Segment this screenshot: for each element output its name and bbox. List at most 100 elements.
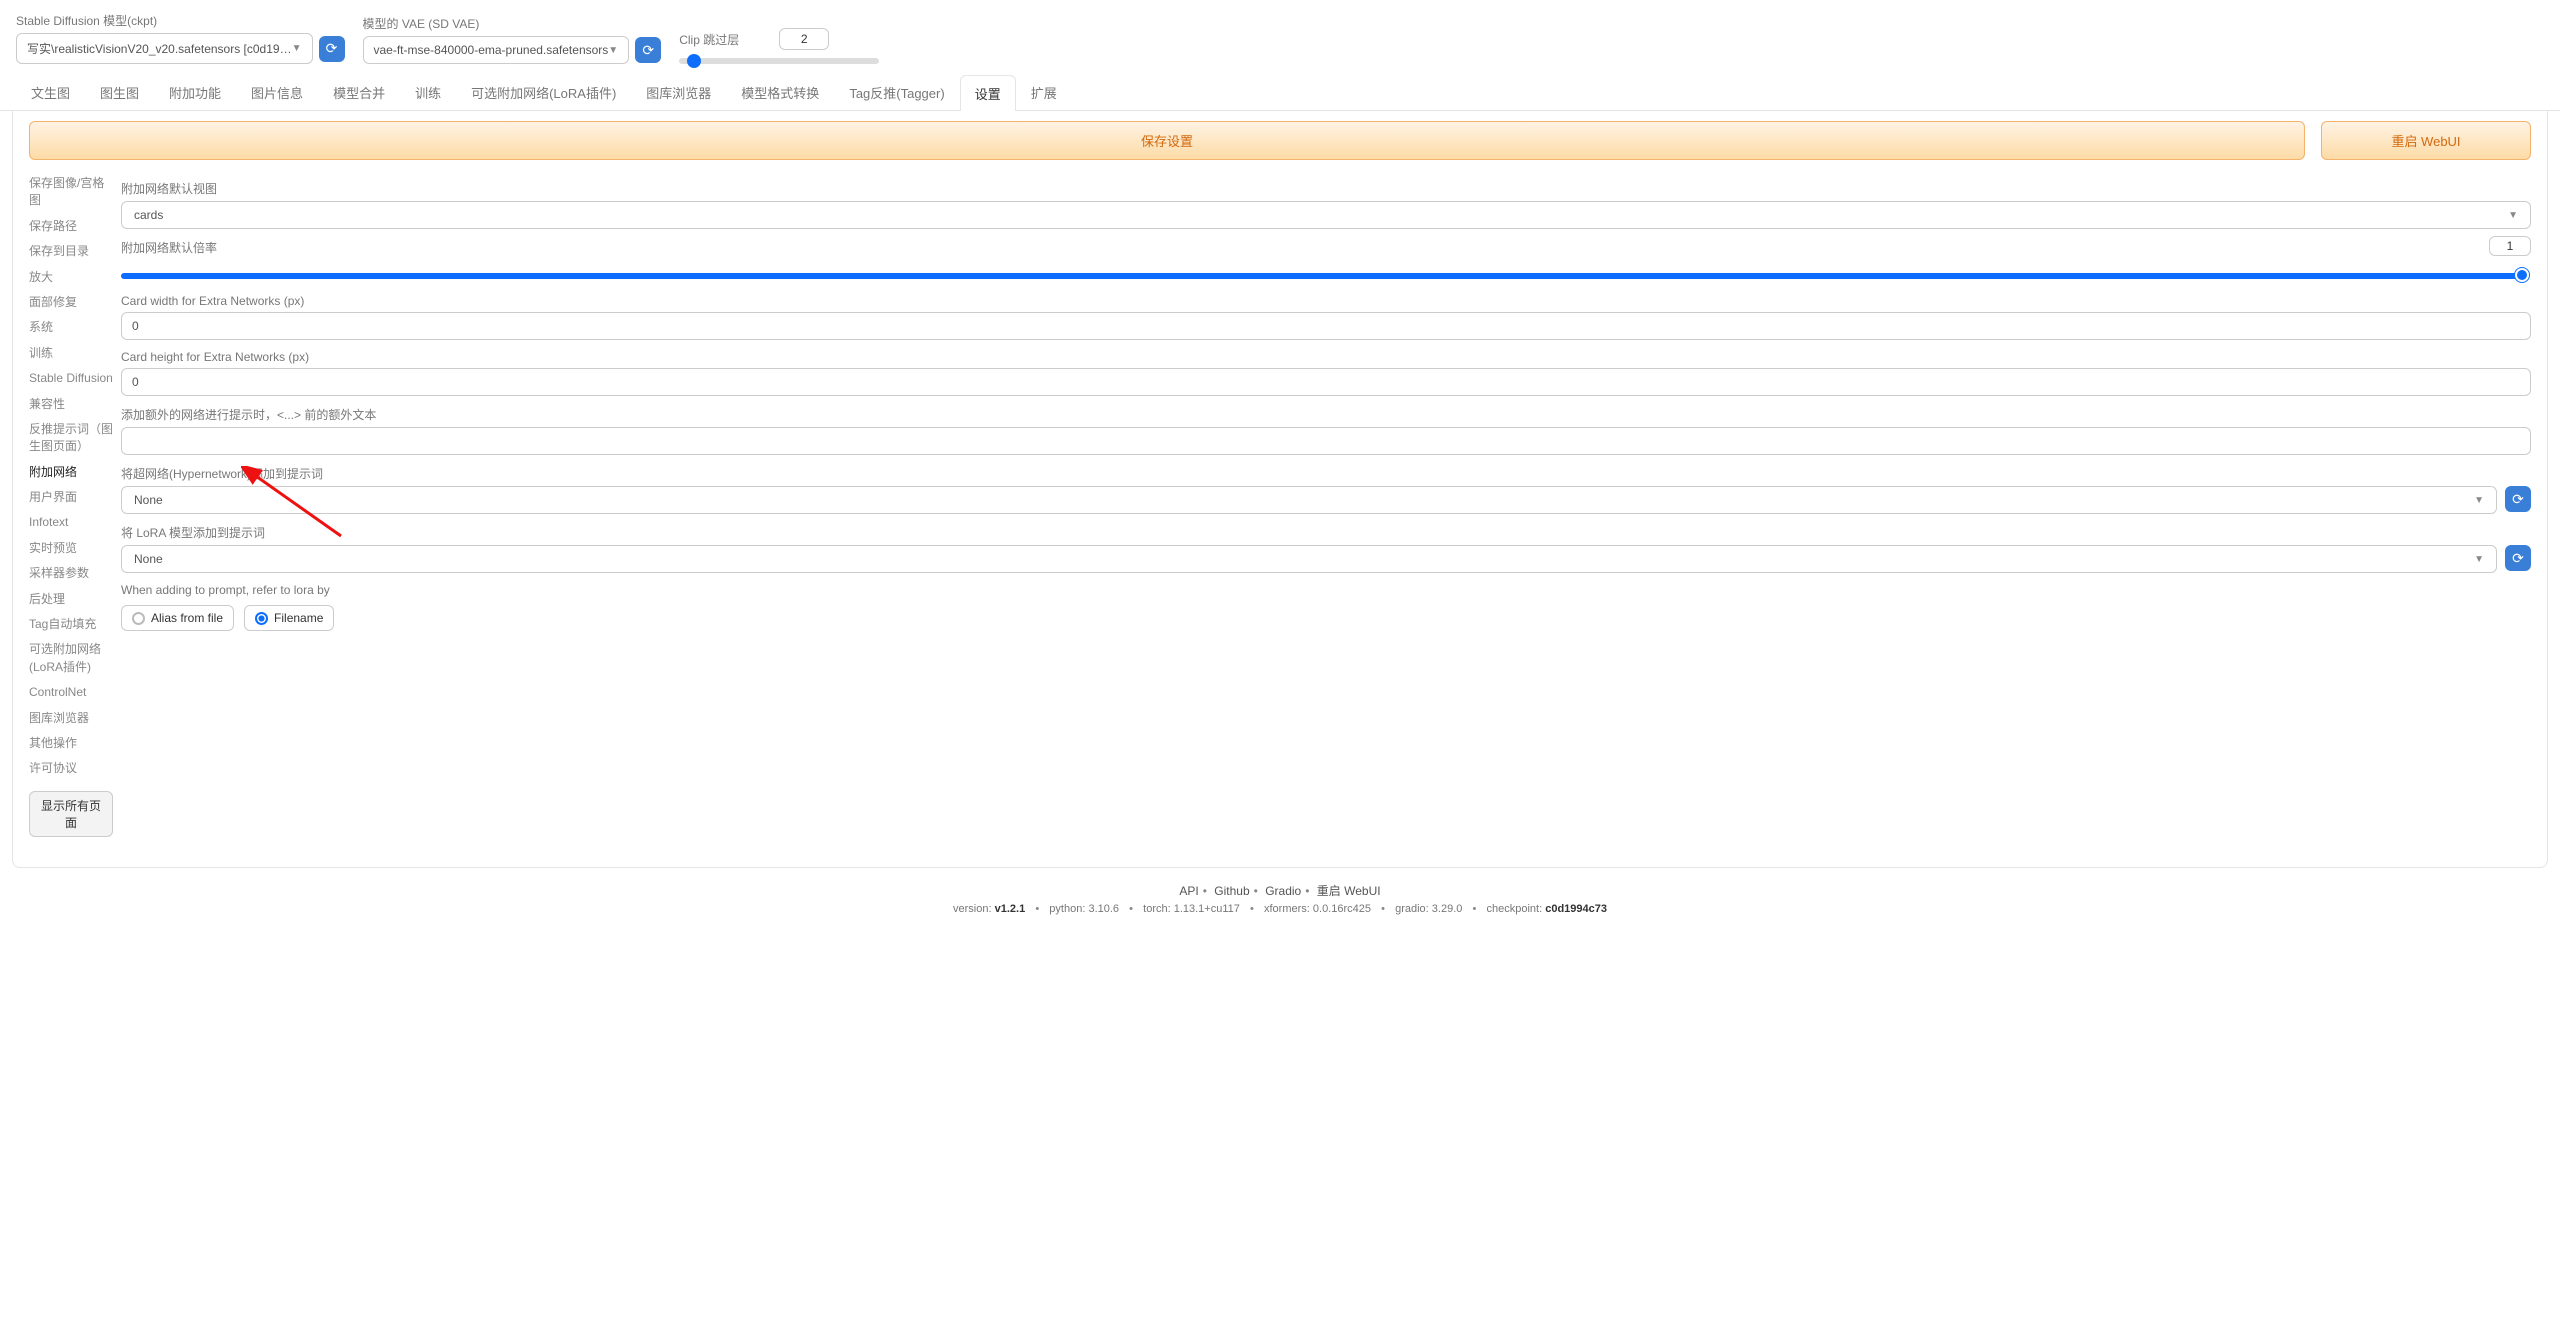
ckpt-select[interactable]: 写实\realisticVisionV20_v20.safetensors [c… (16, 33, 313, 64)
sidebar-item-interrogate[interactable]: 反推提示词（图生图页面） (29, 420, 113, 457)
multiplier-value-box[interactable]: 1 (2489, 236, 2531, 256)
refer-lora-label: When adding to prompt, refer to lora by (121, 583, 2531, 597)
refresh-icon: ⟳ (642, 42, 654, 59)
vae-refresh-button[interactable]: ⟳ (635, 37, 661, 63)
sidebar-item-gallery[interactable]: 图库浏览器 (29, 709, 113, 728)
clip-slider[interactable] (679, 58, 879, 64)
chevron-down-icon: ▼ (2474, 554, 2484, 565)
vae-select[interactable]: vae-ft-mse-840000-ema-pruned.safetensors… (363, 36, 630, 64)
chevron-down-icon: ▼ (2474, 495, 2484, 506)
radio-filename-label: Filename (274, 611, 323, 625)
default-view-value: cards (134, 208, 163, 222)
checkpoint-value: c0d1994c73 (1545, 903, 1607, 915)
lora-select[interactable]: None ▼ (121, 545, 2497, 573)
python-label: python: (1049, 903, 1085, 915)
footer-link-github[interactable]: Github (1214, 884, 1249, 898)
clip-value-box[interactable]: 2 (779, 28, 829, 50)
sidebar-item-compat[interactable]: 兼容性 (29, 395, 113, 414)
card-width-input[interactable] (121, 312, 2531, 340)
radio-filename[interactable]: Filename (244, 605, 334, 631)
vae-value: vae-ft-mse-840000-ema-pruned.safetensors (374, 43, 609, 57)
tab-tagger[interactable]: Tag反推(Tagger) (834, 74, 959, 110)
tab-merge[interactable]: 模型合并 (318, 74, 400, 110)
gradio-value: 3.29.0 (1432, 903, 1463, 915)
sidebar-item-save-to-dir[interactable]: 保存到目录 (29, 242, 113, 261)
tab-model-convert[interactable]: 模型格式转换 (726, 74, 834, 110)
sidebar-item-save-images[interactable]: 保存图像/宫格图 (29, 174, 113, 211)
chevron-down-icon: ▼ (608, 45, 618, 56)
lora-refresh-button[interactable]: ⟳ (2505, 545, 2531, 571)
torch-value: 1.13.1+cu117 (1174, 903, 1240, 915)
card-height-label: Card height for Extra Networks (px) (121, 350, 2531, 364)
sidebar-item-controlnet[interactable]: ControlNet (29, 683, 113, 702)
tab-image-browser[interactable]: 图库浏览器 (631, 74, 726, 110)
radio-alias-label: Alias from file (151, 611, 223, 625)
tab-train[interactable]: 训练 (400, 74, 456, 110)
restart-webui-button[interactable]: 重启 WebUI (2321, 121, 2531, 160)
sidebar-item-live-preview[interactable]: 实时预览 (29, 539, 113, 558)
xformers-label: xformers: (1264, 903, 1310, 915)
lora-value: None (134, 552, 163, 566)
refresh-icon: ⟳ (2512, 550, 2524, 567)
hypernet-label: 将超网络(Hypernetwork)添加到提示词 (121, 465, 2531, 482)
xformers-value: 0.0.16rc425 (1313, 903, 1371, 915)
tab-extensions[interactable]: 扩展 (1016, 74, 1072, 110)
multiplier-label: 附加网络默认倍率 (121, 239, 217, 256)
sidebar-item-infotext[interactable]: Infotext (29, 513, 113, 532)
clip-label: Clip 跳过层 (679, 31, 739, 48)
sidebar-item-ui[interactable]: 用户界面 (29, 488, 113, 507)
vae-label: 模型的 VAE (SD VAE) (363, 15, 662, 32)
footer-link-gradio[interactable]: Gradio (1265, 884, 1301, 898)
sidebar-item-postprocess[interactable]: 后处理 (29, 590, 113, 609)
chevron-down-icon: ▼ (2508, 210, 2518, 221)
lora-label: 将 LoRA 模型添加到提示词 (121, 524, 2531, 541)
version-label: version: (953, 903, 992, 915)
radio-alias-from-file[interactable]: Alias from file (121, 605, 234, 631)
settings-sidebar: 保存图像/宫格图 保存路径 保存到目录 放大 面部修复 系统 训练 Stable… (29, 174, 113, 837)
default-view-label: 附加网络默认视图 (121, 180, 2531, 197)
sidebar-item-optional-lora[interactable]: 可选附加网络(LoRA插件) (29, 640, 113, 677)
ckpt-label: Stable Diffusion 模型(ckpt) (16, 12, 345, 29)
checkpoint-label: checkpoint: (1486, 903, 1542, 915)
footer-link-restart[interactable]: 重启 WebUI (1317, 884, 1381, 898)
ckpt-value: 写实\realisticVisionV20_v20.safetensors [c… (27, 40, 292, 57)
extra-text-input[interactable] (121, 427, 2531, 455)
multiplier-slider[interactable] (121, 264, 2531, 284)
sidebar-item-upscale[interactable]: 放大 (29, 268, 113, 287)
sidebar-item-tag-autocomplete[interactable]: Tag自动填充 (29, 615, 113, 634)
tab-img2img[interactable]: 图生图 (85, 74, 154, 110)
tab-lora-plugin[interactable]: 可选附加网络(LoRA插件) (456, 74, 631, 110)
sidebar-item-license[interactable]: 许可协议 (29, 759, 113, 778)
radio-icon (132, 612, 145, 625)
card-width-label: Card width for Extra Networks (px) (121, 294, 2531, 308)
torch-label: torch: (1143, 903, 1171, 915)
sidebar-item-sd[interactable]: Stable Diffusion (29, 369, 113, 388)
hypernet-select[interactable]: None ▼ (121, 486, 2497, 514)
tab-extras[interactable]: 附加功能 (154, 74, 236, 110)
tab-pnginfo[interactable]: 图片信息 (236, 74, 318, 110)
main-tabs: 文生图 图生图 附加功能 图片信息 模型合并 训练 可选附加网络(LoRA插件)… (0, 68, 2560, 111)
sidebar-item-extra-networks[interactable]: 附加网络 (29, 463, 113, 482)
sidebar-item-other[interactable]: 其他操作 (29, 734, 113, 753)
card-height-input[interactable] (121, 368, 2531, 396)
show-all-pages-button[interactable]: 显示所有页面 (29, 791, 113, 837)
chevron-down-icon: ▼ (292, 43, 302, 54)
sidebar-item-sampler[interactable]: 采样器参数 (29, 564, 113, 583)
sidebar-item-face-restore[interactable]: 面部修复 (29, 293, 113, 312)
sidebar-item-training[interactable]: 训练 (29, 344, 113, 363)
python-value: 3.10.6 (1088, 903, 1119, 915)
ckpt-refresh-button[interactable]: ⟳ (319, 36, 345, 62)
hypernet-value: None (134, 493, 163, 507)
tab-settings[interactable]: 设置 (960, 75, 1016, 111)
hypernet-refresh-button[interactable]: ⟳ (2505, 486, 2531, 512)
radio-icon (255, 612, 268, 625)
sidebar-item-save-paths[interactable]: 保存路径 (29, 217, 113, 236)
sidebar-item-system[interactable]: 系统 (29, 318, 113, 337)
gradio-label: gradio: (1395, 903, 1429, 915)
footer-link-api[interactable]: API (1179, 884, 1198, 898)
version-value: v1.2.1 (995, 903, 1026, 915)
save-settings-button[interactable]: 保存设置 (29, 121, 2305, 160)
refresh-icon: ⟳ (2512, 491, 2524, 508)
tab-txt2img[interactable]: 文生图 (16, 74, 85, 110)
default-view-select[interactable]: cards ▼ (121, 201, 2531, 229)
